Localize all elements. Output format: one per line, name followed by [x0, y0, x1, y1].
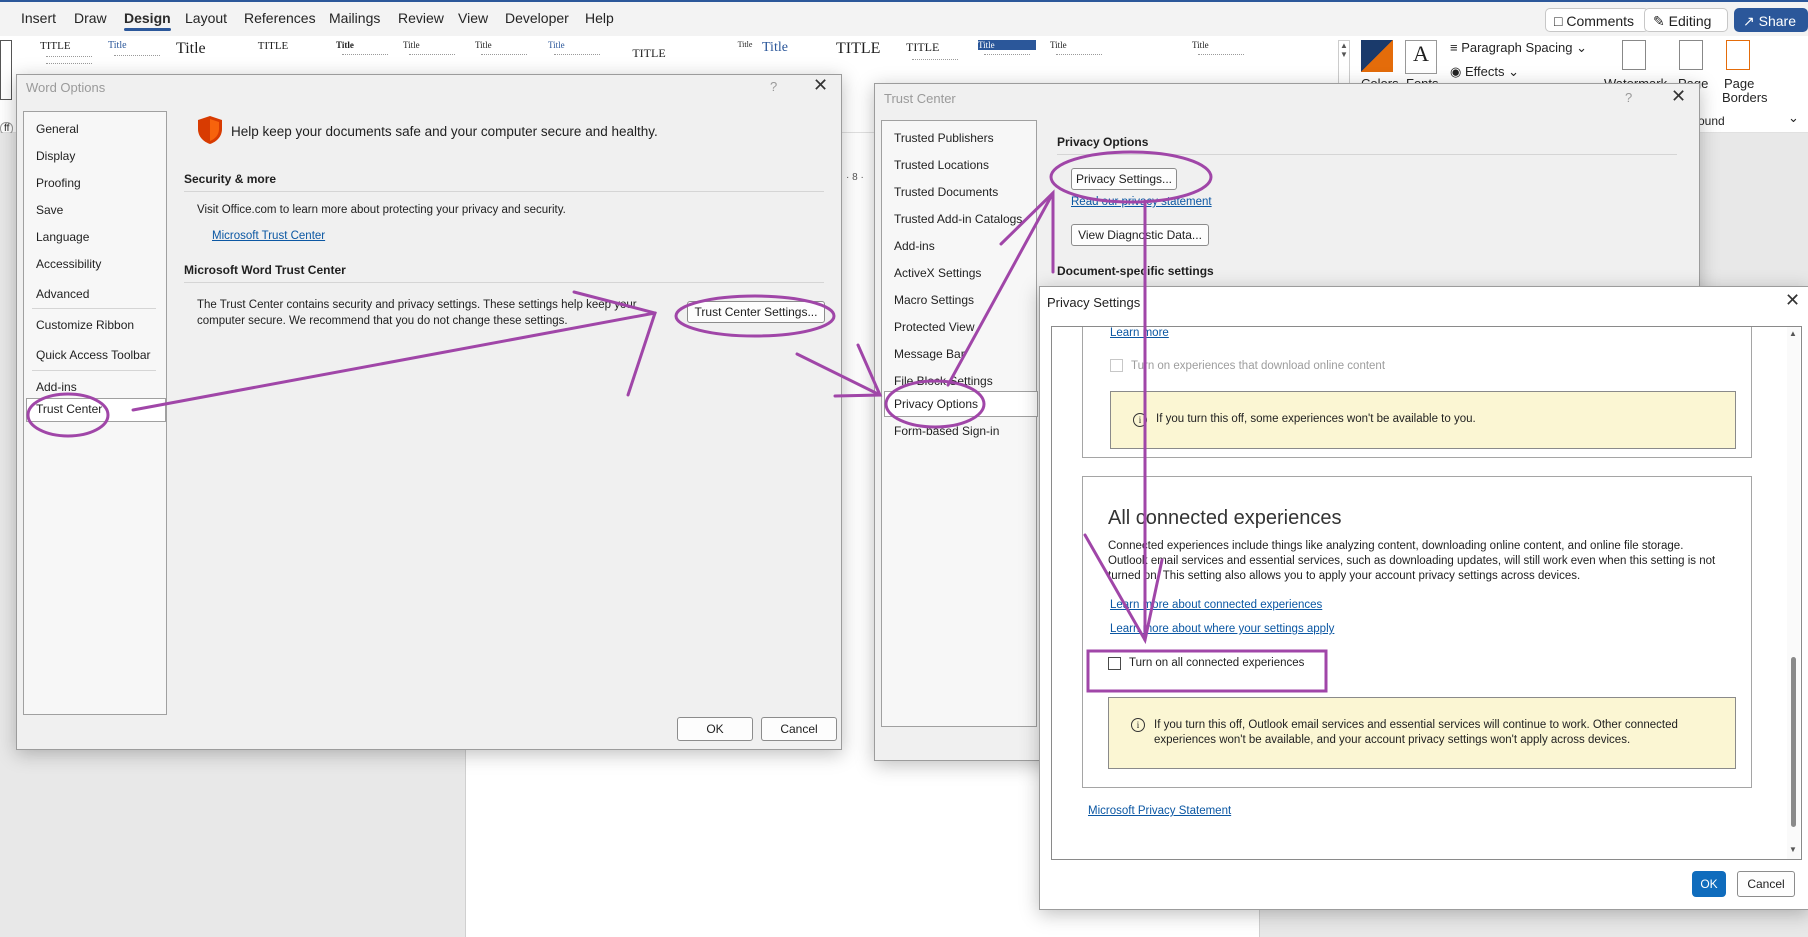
annotation-overlay — [26, 150, 1328, 693]
annotation-arrowhead-1 — [572, 290, 657, 397]
annotation-circle-privacy-options — [884, 379, 986, 429]
annotation-arrowhead-2 — [833, 343, 883, 398]
annotation-arrowhead-4 — [1083, 533, 1164, 645]
annotation-box-connected-checkbox — [1086, 649, 1328, 693]
annotation-arrow-1 — [131, 311, 657, 412]
annotation-circle-trust-center-settings — [674, 294, 836, 338]
annotation-circle-trust-center — [26, 392, 110, 438]
annotation-circle-privacy-settings — [1049, 150, 1213, 204]
annotation-arrow-2 — [795, 352, 882, 397]
annotation-arrow-3 — [946, 191, 1055, 387]
